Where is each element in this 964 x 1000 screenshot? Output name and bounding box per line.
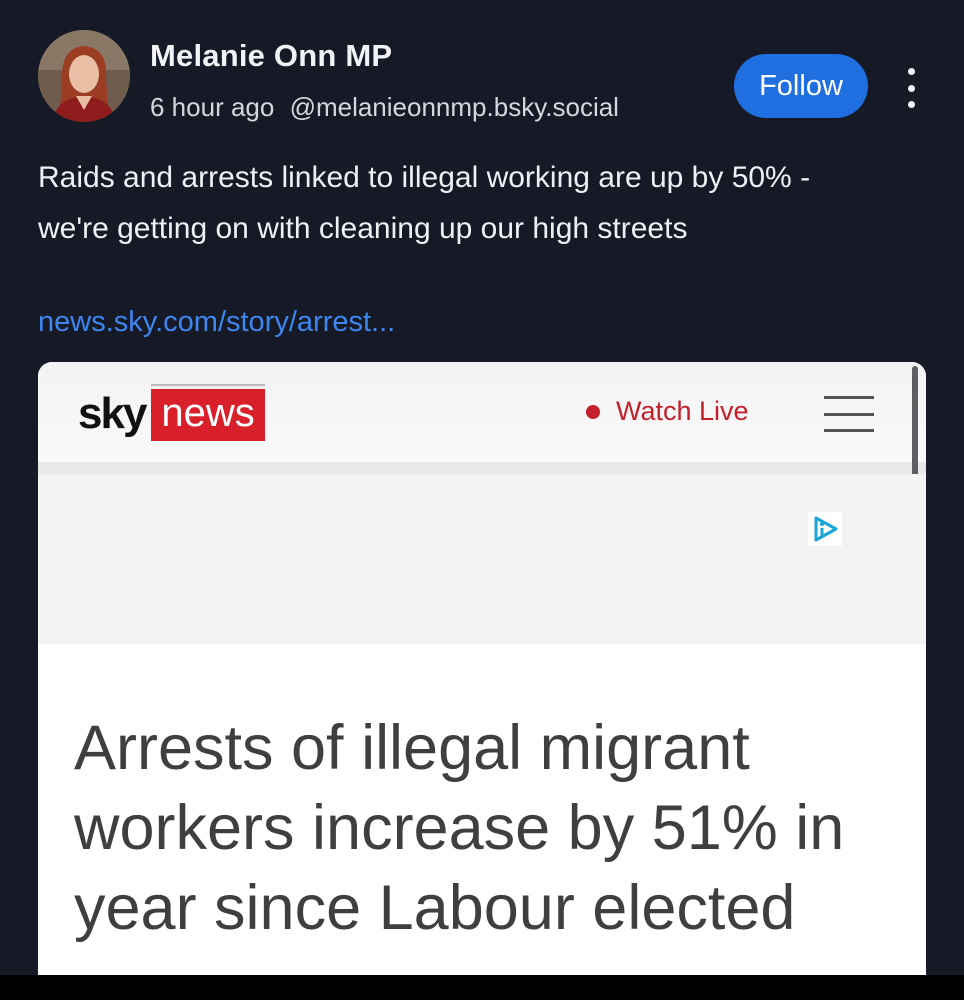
headline-line: Arrests of illegal migrant <box>74 713 750 783</box>
headline-line: year since Labour elected <box>74 873 796 943</box>
watch-live-label: Watch Live <box>616 396 749 426</box>
author-name[interactable]: Melanie Onn MP <box>150 38 392 74</box>
article-headline: Arrests of illegal migrant workers incre… <box>74 708 914 948</box>
post-meta: 6 hour ago @melanieonnmp.bsky.social <box>150 92 619 123</box>
header-divider <box>38 462 926 474</box>
logo-news-text: news <box>151 386 265 441</box>
live-dot-icon <box>586 404 600 419</box>
author-avatar[interactable] <box>38 30 130 122</box>
link-preview-card[interactable]: sky news Watch Live Arrests of illegal m… <box>38 362 926 975</box>
ad-placeholder <box>38 474 926 644</box>
avatar-image <box>38 30 130 122</box>
watch-live-link[interactable]: Watch Live <box>586 396 749 427</box>
ad-choices-icon[interactable] <box>808 512 842 546</box>
author-handle[interactable]: @melanieonnmp.bsky.social <box>290 92 619 122</box>
logo-sky-text: sky <box>78 388 147 438</box>
post-container: Melanie Onn MP 6 hour ago @melanieonnmp.… <box>0 0 964 975</box>
headline-line: workers increase by 51% in <box>74 793 845 863</box>
post-text: Raids and arrests linked to illegal work… <box>38 152 938 254</box>
post-text-line: Raids and arrests linked to illegal work… <box>38 161 811 194</box>
hamburger-menu-icon[interactable] <box>824 396 874 432</box>
sky-news-logo: sky news <box>78 386 265 441</box>
post-link[interactable]: news.sky.com/story/arrest... <box>38 306 395 339</box>
bottom-black-bar <box>0 975 964 1000</box>
post-time: 6 hour ago <box>150 92 275 122</box>
post-text-line: we're getting on with cleaning up our hi… <box>38 212 688 245</box>
follow-button[interactable]: Follow <box>734 54 868 118</box>
more-vertical-icon[interactable] <box>898 68 924 108</box>
